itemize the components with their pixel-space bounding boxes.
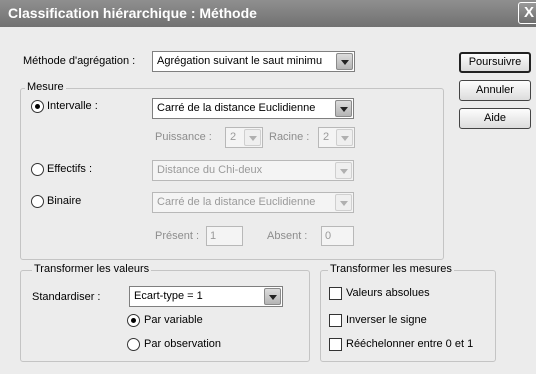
poursuivre-button[interactable]: Poursuivre [459,52,531,73]
chevron-down-icon [335,100,352,117]
close-icon: X [523,4,534,21]
valeurs-absolues-label: Valeurs absolues [346,287,430,299]
effectifs-radio[interactable] [31,163,44,176]
annuler-button[interactable]: Annuler [459,80,531,101]
racine-select[interactable]: 2 [318,127,355,148]
standardiser-label: Standardiser : [32,291,101,303]
intervalle-label: Intervalle : [47,100,98,112]
chevron-down-icon [335,162,352,179]
intervalle-value: Carré de la distance Euclidienne [157,102,316,114]
par-observation-label: Par observation [144,338,222,350]
puissance-select[interactable]: 2 [225,127,263,148]
standardiser-select[interactable]: Ecart-type = 1 [129,286,283,307]
puissance-value: 2 [230,131,237,143]
binaire-value: Carré de la distance Euclidienne [157,196,316,208]
reechelonner-label: Rééchelonner entre 0 et 1 [346,338,474,350]
valeurs-absolues-checkbox[interactable] [329,287,342,300]
chevron-down-icon [244,129,261,146]
par-variable-radio[interactable] [127,314,140,327]
par-observation-radio[interactable] [127,338,140,351]
effectifs-value: Distance du Chi-deux [157,164,263,176]
aide-button[interactable]: Aide [459,108,531,129]
effectifs-select[interactable]: Distance du Chi-deux [152,160,354,181]
methode-value: Agrégation suivant le saut minimu [157,55,323,67]
inverser-signe-checkbox[interactable] [329,314,342,327]
intervalle-select[interactable]: Carré de la distance Euclidienne [152,98,354,119]
chevron-down-icon [264,288,281,305]
chevron-down-icon [335,194,352,211]
standardiser-value: Ecart-type = 1 [134,290,203,302]
chevron-down-icon [336,53,353,70]
chevron-down-icon [336,129,353,146]
inverser-signe-label: Inverser le signe [346,314,427,326]
binaire-select[interactable]: Carré de la distance Euclidienne [152,192,354,213]
methode-label: Méthode d'agrégation : [23,55,136,67]
binaire-label: Binaire [47,195,82,207]
close-button[interactable]: X [518,2,536,24]
absent-label: Absent : [267,230,308,242]
present-input[interactable]: 1 [206,226,243,246]
mesure-group-title: Mesure [25,81,66,93]
title-bar: Classification hiérarchique : Méthode X [0,0,536,27]
methode-select[interactable]: Agrégation suivant le saut minimu [152,51,355,72]
intervalle-radio[interactable] [31,100,44,113]
binaire-radio[interactable] [31,195,44,208]
transformer-mesures-title: Transformer les mesures [328,263,454,275]
puissance-label: Puissance : [155,131,212,143]
present-label: Présent : [155,230,200,242]
par-variable-label: Par variable [144,314,203,326]
transformer-valeurs-title: Transformer les valeurs [32,263,152,275]
racine-label: Racine : [269,131,310,143]
reechelonner-checkbox[interactable] [329,338,342,351]
effectifs-label: Effectifs : [47,163,93,175]
racine-value: 2 [323,131,330,143]
window-title: Classification hiérarchique : Méthode [8,5,257,21]
absent-input[interactable]: 0 [321,226,354,246]
